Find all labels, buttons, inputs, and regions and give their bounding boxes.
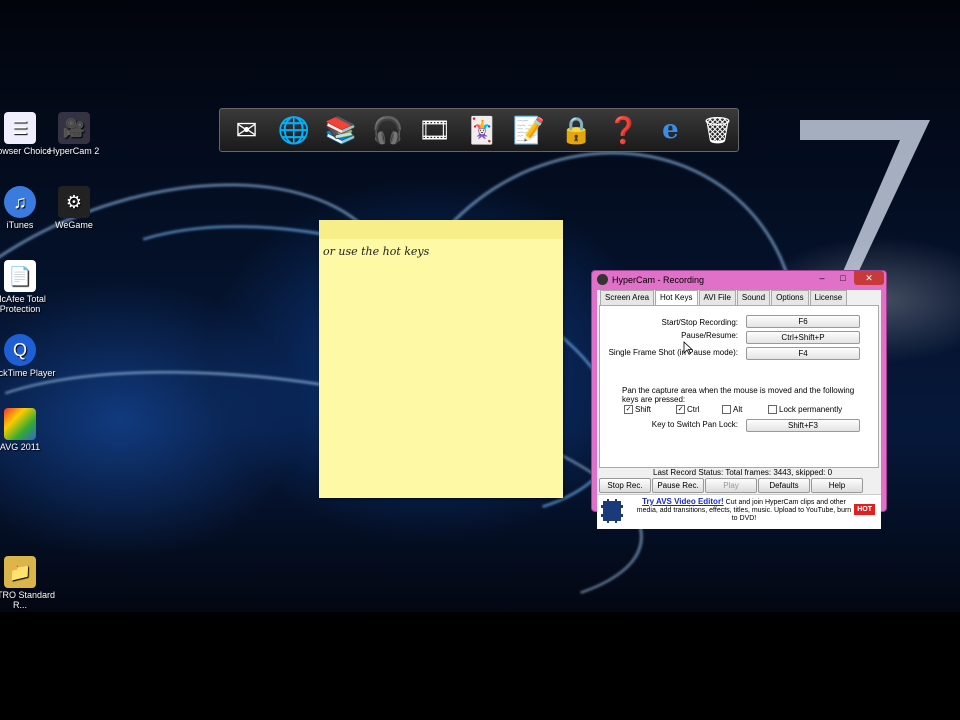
cards-dice-icon[interactable]: 🃏 [461, 112, 502, 148]
avs-promo-banner[interactable]: Try AVS Video Editor! Cut and join Hyper… [597, 494, 881, 529]
notepad-icon[interactable]: 📝 [509, 112, 550, 148]
tab-avi-file[interactable]: AVI File [698, 290, 736, 305]
app-dock: ✉ 🌐 📚 🎧 🎞 🃏 📝 🔒 ❓ e 🗑 [219, 108, 739, 152]
single-frame-label: Single Frame Shot (in Pause mode): [608, 348, 738, 357]
desktop-icon-label: McAfee Total Protection [0, 294, 46, 314]
alt-checkbox[interactable]: Alt [722, 405, 742, 414]
minimize-icon[interactable]: – [812, 271, 832, 285]
help-icon[interactable]: ❓ [603, 112, 644, 148]
desktop-icon-label: HyperCam 2 [48, 146, 100, 156]
desktop-icon-wegame[interactable]: ⚙ WeGame [38, 186, 110, 230]
film-strip-icon [601, 499, 623, 523]
pause-resume-label: Pause/Resume: [681, 331, 738, 340]
sticky-note[interactable]: or use the hot keys [319, 220, 563, 498]
desktop: ✉ 🌐 📚 🎧 🎞 🃏 📝 🔒 ❓ e 🗑 ☰ Browser Choice 🎥… [0, 0, 960, 612]
shift-checkbox[interactable]: ✓ Shift [624, 405, 651, 414]
headphones-icon[interactable]: 🎧 [367, 112, 408, 148]
film-reel-icon[interactable]: 🎞 [414, 112, 455, 148]
folder-icon: 📁 [4, 556, 36, 588]
mail-icon[interactable]: ✉ [226, 112, 267, 148]
alt-checkbox-label: Alt [733, 405, 743, 414]
tab-options[interactable]: Options [771, 290, 809, 305]
desktop-icon-hypercam[interactable]: 🎥 HyperCam 2 [38, 112, 110, 156]
help-button[interactable]: Help [811, 478, 863, 493]
tab-screen-area[interactable]: Screen Area [600, 290, 655, 305]
start-stop-label: Start/Stop Recording: [661, 318, 738, 327]
desktop-icon-mcafee[interactable]: 📄 McAfee Total Protection [0, 260, 56, 314]
pause-rec-button[interactable]: Pause Rec. [652, 478, 704, 493]
hot-keys-panel: Start/Stop Recording: F6 Pause/Resume: C… [599, 305, 879, 468]
desktop-icon-quicktime[interactable]: Q QuickTime Player [0, 334, 56, 378]
browser-choice-icon: ☰ [4, 112, 36, 144]
tab-hot-keys[interactable]: Hot Keys [655, 290, 698, 305]
sticky-note-header[interactable] [319, 220, 563, 239]
defaults-button[interactable]: Defaults [758, 478, 810, 493]
single-frame-hotkey-field[interactable]: F4 [746, 347, 860, 360]
pan-description: Pan the capture area when the mouse is m… [622, 386, 855, 404]
play-button[interactable]: Play [705, 478, 757, 493]
promo-link[interactable]: Try AVS Video Editor! [642, 497, 724, 506]
itunes-icon: ♫ [4, 186, 36, 218]
close-icon[interactable]: ✕ [854, 271, 884, 285]
shift-checkbox-label: Shift [635, 405, 652, 414]
pan-lock-label: Key to Switch Pan Lock: [651, 420, 738, 429]
window-body: Screen Area Hot Keys AVI File Sound Opti… [597, 290, 881, 529]
lock-permanently-checkbox[interactable]: Lock permanently [768, 405, 842, 414]
last-record-status: Last Record Status: Total frames: 3443, … [653, 468, 833, 477]
desktop-icon-label: LOTRO Standard R... [0, 590, 56, 610]
desktop-icon-label: WeGame [55, 220, 93, 230]
desktop-icon-label: QuickTime Player [0, 368, 56, 378]
checkmark-icon: ✓ [624, 405, 633, 414]
wegame-icon: ⚙ [58, 186, 90, 218]
pause-resume-hotkey-field[interactable]: Ctrl+Shift+P [746, 331, 860, 344]
ctrl-checkbox-label: Ctrl [687, 405, 700, 414]
lock-permanently-label: Lock permanently [779, 405, 843, 414]
books-icon[interactable]: 📚 [320, 112, 361, 148]
checkbox-box [768, 405, 777, 414]
quicktime-icon: Q [4, 334, 36, 366]
pan-lock-hotkey-field[interactable]: Shift+F3 [746, 419, 860, 432]
hypercam-window: HyperCam - Recording – □ ✕ Screen Area H… [591, 270, 887, 529]
desktop-icon-avg[interactable]: AVG 2011 [0, 408, 56, 452]
padlock-icon[interactable]: 🔒 [556, 112, 597, 148]
recycle-bin-icon[interactable]: 🗑 [697, 112, 738, 148]
promo-text: Try AVS Video Editor! Cut and join Hyper… [635, 498, 853, 523]
start-stop-hotkey-field[interactable]: F6 [746, 315, 860, 328]
tab-sound[interactable]: Sound [736, 290, 771, 305]
window-title: HyperCam - Recording [612, 275, 705, 285]
mouse-cursor-icon [683, 341, 693, 355]
hot-badge: HOT [854, 504, 875, 515]
hypercam-app-icon [597, 274, 608, 285]
internet-explorer-icon[interactable]: e [650, 112, 691, 148]
desktop-icon-lotro[interactable]: 📁 LOTRO Standard R... [0, 556, 56, 610]
sticky-note-text[interactable]: or use the hot keys [319, 239, 563, 264]
desktop-icon-label: AVG 2011 [0, 442, 41, 452]
file-icon: 📄 [4, 260, 36, 292]
ctrl-checkbox[interactable]: ✓ Ctrl [676, 405, 699, 414]
stop-rec-button[interactable]: Stop Rec. [599, 478, 651, 493]
maximize-icon[interactable]: □ [833, 271, 853, 285]
checkmark-icon: ✓ [676, 405, 685, 414]
checkbox-box [722, 405, 731, 414]
tab-bar: Screen Area Hot Keys AVI File Sound Opti… [597, 290, 881, 305]
tab-license[interactable]: License [809, 290, 848, 305]
globe-icon[interactable]: 🌐 [273, 112, 314, 148]
desktop-icon-label: iTunes [6, 220, 34, 230]
avg-icon [4, 408, 36, 440]
hypercam-icon: 🎥 [58, 112, 90, 144]
